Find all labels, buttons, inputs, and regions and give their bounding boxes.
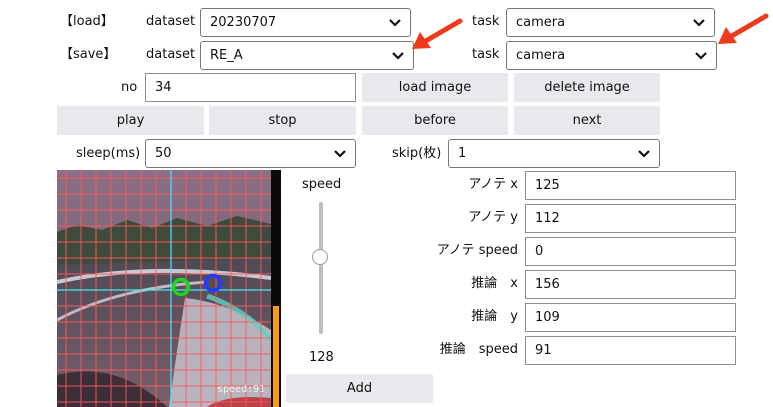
chevron-down-icon bbox=[334, 150, 346, 158]
delete-image-button[interactable]: delete image bbox=[514, 73, 660, 102]
save-task-label: task bbox=[472, 47, 500, 62]
anno-x-input[interactable]: 125 bbox=[525, 171, 736, 200]
infer-speed-input[interactable]: 91 bbox=[525, 336, 736, 365]
chevron-down-icon bbox=[389, 19, 401, 27]
no-label: no bbox=[121, 80, 138, 95]
before-button[interactable]: before bbox=[362, 106, 508, 135]
anno-x-label: アノテ x bbox=[468, 177, 518, 192]
anno-speed-input[interactable]: 0 bbox=[525, 237, 736, 266]
chevron-down-icon bbox=[693, 19, 705, 27]
add-button[interactable]: Add bbox=[286, 374, 433, 403]
anno-y-input[interactable]: 112 bbox=[525, 204, 736, 233]
save-tag: 【save】 bbox=[60, 47, 117, 62]
anno-speed-label: アノテ speed bbox=[436, 243, 518, 258]
infer-x-input[interactable]: 156 bbox=[525, 270, 736, 299]
red-arrow-icon bbox=[412, 18, 463, 49]
speed-slider-value: 128 bbox=[309, 350, 334, 365]
load-tag: 【load】 bbox=[60, 14, 114, 29]
anno-x-value: 125 bbox=[535, 178, 560, 193]
camera-view[interactable]: speed:91 bbox=[57, 170, 281, 407]
stop-button[interactable]: stop bbox=[209, 106, 356, 135]
infer-x-value: 156 bbox=[535, 277, 560, 292]
infer-speed-label: 推論 speed bbox=[439, 342, 518, 357]
infer-y-input[interactable]: 109 bbox=[525, 303, 736, 332]
load-dataset-value: 20230707 bbox=[210, 15, 277, 30]
chevron-down-icon bbox=[392, 52, 404, 60]
skip-select[interactable]: 1 bbox=[448, 139, 660, 168]
speed-slider-track[interactable] bbox=[319, 202, 323, 334]
infer-y-value: 109 bbox=[535, 310, 560, 325]
sleep-select[interactable]: 50 bbox=[145, 139, 356, 168]
save-dataset-value: RE_A bbox=[210, 48, 243, 63]
save-dataset-select[interactable]: RE_A bbox=[200, 41, 414, 70]
no-value: 34 bbox=[155, 80, 172, 95]
save-task-select[interactable]: camera bbox=[506, 41, 717, 70]
load-task-label: task bbox=[472, 14, 500, 29]
save-dataset-label: dataset bbox=[146, 47, 196, 62]
load-dataset-select[interactable]: 20230707 bbox=[200, 8, 411, 37]
speed-slider-label: speed bbox=[302, 177, 342, 192]
load-task-value: camera bbox=[516, 15, 566, 30]
sleep-value: 50 bbox=[155, 146, 172, 161]
sleep-label: sleep(ms) bbox=[76, 146, 141, 161]
load-image-button[interactable]: load image bbox=[362, 73, 508, 102]
save-task-value: camera bbox=[516, 48, 566, 63]
anno-y-value: 112 bbox=[535, 211, 560, 226]
skip-label: skip(枚) bbox=[392, 146, 442, 161]
next-button[interactable]: next bbox=[514, 106, 660, 135]
red-arrow-icon bbox=[718, 13, 769, 44]
camera-image bbox=[57, 170, 281, 407]
camera-speed-overlay: speed:91 bbox=[217, 384, 266, 395]
load-dataset-label: dataset bbox=[146, 14, 196, 29]
infer-x-label: 推論 x bbox=[471, 276, 518, 291]
chevron-down-icon bbox=[695, 52, 707, 60]
play-button[interactable]: play bbox=[57, 106, 204, 135]
speed-bar bbox=[273, 306, 279, 407]
speed-slider-thumb[interactable] bbox=[312, 249, 328, 265]
chevron-down-icon bbox=[638, 150, 650, 158]
anno-y-label: アノテ y bbox=[468, 210, 518, 225]
no-input[interactable]: 34 bbox=[145, 73, 356, 102]
load-task-select[interactable]: camera bbox=[506, 8, 715, 37]
infer-y-label: 推論 y bbox=[471, 309, 518, 324]
skip-value: 1 bbox=[458, 146, 467, 161]
anno-speed-value: 0 bbox=[535, 244, 544, 259]
infer-speed-value: 91 bbox=[535, 343, 552, 358]
